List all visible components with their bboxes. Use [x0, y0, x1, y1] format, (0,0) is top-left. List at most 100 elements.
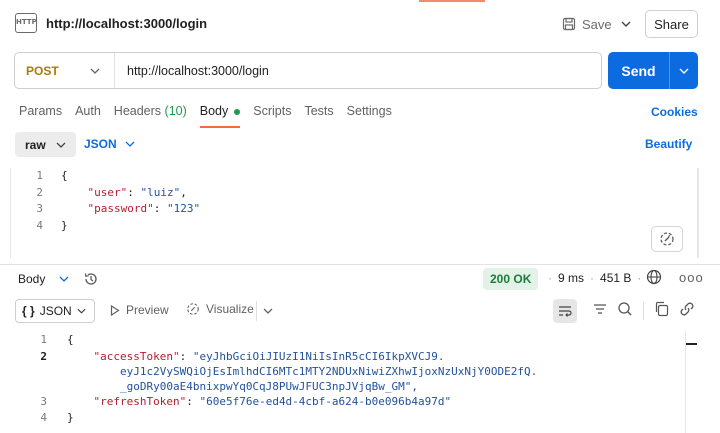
json-colon: :	[127, 185, 141, 199]
code-text: }	[67, 411, 74, 424]
format-code-button[interactable]	[651, 226, 683, 252]
code-text: {	[61, 169, 68, 182]
line-number	[25, 379, 47, 394]
body-mode-label: raw	[25, 137, 46, 152]
tab-auth[interactable]: Auth	[75, 104, 101, 118]
line-number: 1	[40, 333, 47, 346]
code-line: _goDRy00aE4bnixpwYq0CqJ8PUwJFUC3npJVjqBw…	[25, 379, 685, 394]
response-size[interactable]: 451 B	[600, 271, 631, 285]
wrap-lines-button[interactable]	[553, 299, 577, 323]
method-select[interactable]: POST	[15, 53, 115, 88]
headers-count: (10)	[164, 104, 187, 118]
search-button[interactable]	[617, 301, 633, 320]
code-line: 2 "accessToken": "eyJhbGciOiJIUzI1NiIsIn…	[25, 349, 685, 364]
tab-headers[interactable]: Headers (10)	[114, 104, 187, 118]
beautify-button[interactable]: Beautify	[645, 137, 692, 151]
response-time[interactable]: 9 ms	[558, 271, 584, 285]
scrollbar-thumb[interactable]	[686, 343, 697, 345]
json-key: "accessToken"	[93, 350, 180, 363]
code-line: 3 "password": "123"	[11, 201, 698, 218]
body-language-select[interactable]: JSON	[84, 137, 135, 151]
response-body-viewer[interactable]: 1 { 2 "accessToken": "eyJhbGciOiJIUzI1Ni…	[25, 331, 685, 427]
code-text: "password": "123"	[43, 201, 201, 218]
response-section-label: Body	[18, 272, 46, 286]
tab-tests[interactable]: Tests	[304, 104, 333, 118]
request-bar: POST http://localhost:3000/login	[14, 52, 602, 89]
json-key: "refreshToken"	[93, 395, 187, 408]
status-badge[interactable]: 200 OK	[483, 268, 539, 290]
chevron-down-icon	[77, 308, 86, 314]
preview-button[interactable]: Preview	[110, 303, 169, 317]
braces-icon: { }	[22, 304, 35, 318]
tab-body[interactable]: Body	[199, 104, 241, 128]
tab-body-label: Body	[199, 104, 229, 118]
line-number: 1	[36, 169, 43, 182]
json-key: "user"	[87, 185, 128, 199]
globe-icon	[646, 269, 662, 285]
chevron-down-icon	[56, 142, 66, 148]
code-text: }	[61, 218, 68, 232]
line-number	[25, 364, 47, 379]
code-line: 4 }	[25, 409, 685, 427]
chevron-down-icon	[125, 141, 135, 147]
response-meta: · 9 ms · 451 B ·	[548, 271, 641, 285]
chevron-down-icon	[679, 68, 689, 74]
visualize-button[interactable]: Visualize	[186, 302, 254, 316]
json-string-continuation: _goDRy00aE4bnixpwYq0CqJ8PUwJFUC3npJVjqBw…	[119, 380, 418, 393]
link-icon	[680, 302, 694, 316]
code-text: "accessToken": "eyJhbGciOiJIUzI1NiIsInR5…	[47, 349, 445, 364]
method-label: POST	[26, 63, 59, 78]
request-title: http://localhost:3000/login	[46, 16, 208, 31]
response-format-select[interactable]: { } JSON	[15, 299, 95, 323]
code-line: 3 "refreshToken": "60e5f76e-ed4d-4cbf-a6…	[25, 394, 685, 409]
json-string: "eyJhbGciOiJIUzI1NiIsInR5cCI6IkpXVCJ9.	[192, 350, 445, 363]
chevron-down-icon	[59, 276, 69, 282]
editor-scrollbar[interactable]	[697, 168, 699, 258]
meta-separator: ·	[548, 271, 552, 285]
json-key: "password"	[87, 202, 154, 215]
json-string-continuation: eyJ1c2VySWQiOjEsImlhdCI6MTc1MTY2NDUxNiwi…	[119, 365, 538, 378]
request-body-editor[interactable]: 1 { 2 "user": "luiz", 3 "password": "123…	[10, 168, 698, 258]
code-line: 1 {	[11, 168, 698, 185]
request-tabs: Params Auth Headers (10) Body Scripts Te…	[19, 104, 405, 128]
cookies-link[interactable]: Cookies	[651, 105, 698, 119]
code-line: 4 }	[11, 218, 698, 235]
body-mode-select[interactable]: raw	[15, 132, 76, 157]
response-format-label: JSON	[39, 304, 72, 318]
share-button[interactable]: Share	[645, 10, 698, 38]
visualize-options-button[interactable]	[263, 303, 273, 317]
body-indicator-dot	[234, 108, 241, 115]
json-string: "60e5f76e-ed4d-4cbf-a624-b0e096b4a97d"	[199, 395, 452, 408]
viewer-gutter	[685, 331, 686, 433]
filter-icon	[594, 304, 606, 314]
meta-separator: ·	[590, 271, 595, 285]
loading-indicator	[419, 0, 485, 2]
network-info-button[interactable]	[646, 269, 662, 288]
save-options-button[interactable]	[616, 12, 636, 36]
more-options-button[interactable]: ooo	[679, 270, 704, 285]
json-comma: ,	[180, 185, 187, 199]
filter-button[interactable]	[593, 301, 607, 320]
code-text: _goDRy00aE4bnixpwYq0CqJ8PUwJFUC3npJVjqBw…	[47, 379, 418, 394]
save-label: Save	[582, 16, 612, 32]
save-button[interactable]: Save	[562, 12, 614, 36]
response-section-selector[interactable]: Body	[18, 271, 99, 287]
code-text: {	[67, 333, 74, 346]
copy-icon	[655, 301, 669, 317]
line-number: 3	[36, 202, 43, 215]
response-divider[interactable]	[0, 264, 720, 265]
json-colon: :	[179, 350, 193, 363]
history-icon[interactable]	[83, 271, 99, 287]
send-options-button[interactable]	[670, 68, 698, 74]
link-button[interactable]	[679, 301, 695, 320]
line-number: 4	[40, 411, 47, 424]
send-button[interactable]: Send	[608, 63, 669, 79]
tab-scripts[interactable]: Scripts	[253, 104, 291, 118]
chevron-down-icon	[621, 21, 631, 27]
save-icon	[562, 17, 576, 31]
tab-params[interactable]: Params	[19, 104, 62, 118]
copy-button[interactable]	[654, 301, 669, 320]
url-input[interactable]: http://localhost:3000/login	[115, 64, 269, 78]
meta-separator: ·	[637, 271, 642, 285]
tab-settings[interactable]: Settings	[347, 104, 392, 118]
